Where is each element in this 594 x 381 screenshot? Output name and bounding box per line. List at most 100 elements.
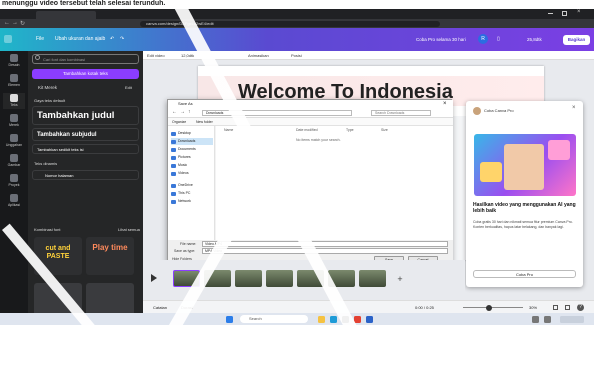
font-combo-play-time[interactable]: Play time [86,237,134,275]
rail-item-projects[interactable]: Proyek [3,173,25,189]
zoom-slider[interactable] [463,307,523,308]
minimize-icon[interactable] [548,13,553,14]
download-icon [171,139,176,144]
rail-item-text[interactable]: Teks [3,93,25,109]
tree-item-videos[interactable]: Videos [171,170,213,177]
organize-button[interactable]: Organize [172,118,186,126]
redo-icon[interactable]: ↷ [120,28,124,51]
font-search-input[interactable]: Cari font dan kombinasi [32,54,139,64]
font-combinations-label: Kombinasi font [34,227,61,232]
menu-file[interactable]: File [36,28,44,51]
menu-resize[interactable]: Ubah ukuran dan ajaib [55,28,105,51]
hamburger-icon[interactable] [4,35,12,43]
rail-item-apps[interactable]: Aplikasi [3,193,25,209]
file-name-field[interactable]: Video.MP4 [202,241,448,247]
grid-view-icon[interactable] [553,305,558,310]
browser-address-bar: ← → ↻ canva.com/design/DAFgxLo2wE4/edit [0,19,594,28]
dialog-search-input[interactable]: Search Downloads [371,110,431,116]
rail-item-label: Desain [8,63,20,67]
back-icon[interactable]: ← [4,20,10,26]
avatar[interactable]: R [478,34,488,44]
rail-item-photos[interactable]: Gambar [3,153,25,169]
up-icon[interactable]: ↑ [188,109,191,115]
chrome-icon[interactable] [354,315,361,323]
add-clip-button[interactable]: + [393,272,407,286]
forward-icon[interactable]: → [12,20,18,26]
apps-icon [10,194,18,202]
column-header-size[interactable]: Size [381,128,388,132]
dialog-path-field[interactable]: Downloads [202,110,352,116]
windows-start-icon[interactable] [226,315,233,323]
timeline-clip[interactable] [359,270,386,287]
add-heading-button[interactable]: Tambahkan judul [32,106,139,125]
tree-item-this-pc[interactable]: This PC [171,190,213,197]
rail-item-elements[interactable]: Elemen [3,73,25,89]
column-header-name[interactable]: Name [224,128,233,132]
desktop-screen: × ← → ↻ canva.com/design/DAFgxLo2wE4/edi… [0,9,594,325]
column-header-type[interactable]: Type [346,128,354,132]
editor-status-bar: Catatan Durasi 0:00 / 0:25 30% ? [143,300,594,313]
timeline-clip[interactable] [235,270,262,287]
rail-item-design[interactable]: Desain [3,53,25,69]
play-icon[interactable] [151,274,157,282]
tree-item-pictures[interactable]: Pictures [171,154,213,161]
close-icon[interactable]: × [577,9,584,17]
new-folder-button[interactable]: New folder [196,118,213,126]
volume-icon[interactable] [544,315,551,323]
toolbar-animate[interactable]: Animasikan [248,51,269,60]
back-icon[interactable]: ← [172,109,177,115]
zoom-slider-handle[interactable] [486,304,492,311]
file-explorer-icon[interactable] [318,315,325,323]
add-text-box-button[interactable]: Tambahkan kotak teks [32,69,139,79]
brand-kit-edit-link[interactable]: Edit [125,85,132,90]
add-body-text-button[interactable]: Tambahkan sedikit teks isi [32,144,139,154]
promo-cta-button[interactable]: Coba Pro [473,270,576,278]
tree-item-label: This PC [178,191,191,195]
forward-icon[interactable]: → [180,109,185,115]
brand-icon [10,114,18,122]
column-header-date[interactable]: Date modified [296,128,318,132]
taskbar-search[interactable]: Search [240,315,308,323]
reload-icon[interactable]: ↻ [20,20,25,27]
toolbar-position[interactable]: Posisi [291,51,302,60]
clock[interactable] [560,315,584,323]
share-button[interactable]: Bagikan [563,34,590,45]
toolbar-duration[interactable]: 12,0dtk [181,51,194,60]
help-icon[interactable]: ? [577,304,584,311]
edge-icon[interactable] [330,315,337,323]
tree-item-onedrive[interactable]: OneDrive [171,182,213,189]
upload-icon [10,134,18,142]
empty-folder-message: No items match your search. [296,138,341,142]
see-all-link[interactable]: Lihat semua [118,227,140,232]
rail-item-uploads[interactable]: Unggahan [3,133,25,149]
promo-close-icon[interactable]: × [572,105,576,111]
toolbar-edit-video[interactable]: Edit video [147,51,165,60]
maximize-icon[interactable] [562,11,567,16]
fullscreen-icon[interactable] [565,305,570,310]
tree-item-downloads[interactable]: Downloads [171,138,213,145]
play-duration[interactable]: 25,8dtk [527,28,542,51]
tree-item-label: Documents [178,147,196,151]
tree-item-documents[interactable]: Documents [171,146,213,153]
promo-photo [504,144,544,190]
browser-tab[interactable] [36,11,96,19]
tree-item-music[interactable]: Music [171,162,213,169]
undo-icon[interactable]: ↶ [110,28,114,51]
try-pro-link[interactable]: Coba Pro selama 30 hari [416,28,466,51]
promo-avatar [473,107,481,115]
mail-icon[interactable] [366,315,373,323]
timeline-clip[interactable] [266,270,293,287]
save-type-select[interactable]: MP4 Video [202,248,448,254]
stats-icon[interactable]: ▯ [497,28,500,51]
add-subheading-button[interactable]: Tambahkan subjudul [32,128,139,141]
network-icon [171,199,176,204]
tree-item-network[interactable]: Network [171,198,213,205]
folder-icon [171,147,176,152]
folder-icon [171,155,176,160]
text-icon [10,94,18,102]
tree-item-desktop[interactable]: Desktop [171,130,213,137]
wifi-icon[interactable] [532,315,539,323]
page-numbers-button[interactable]: Nomor halaman [32,170,139,180]
dialog-close-icon[interactable]: × [443,100,447,108]
rail-item-brand[interactable]: Merek [3,113,25,129]
